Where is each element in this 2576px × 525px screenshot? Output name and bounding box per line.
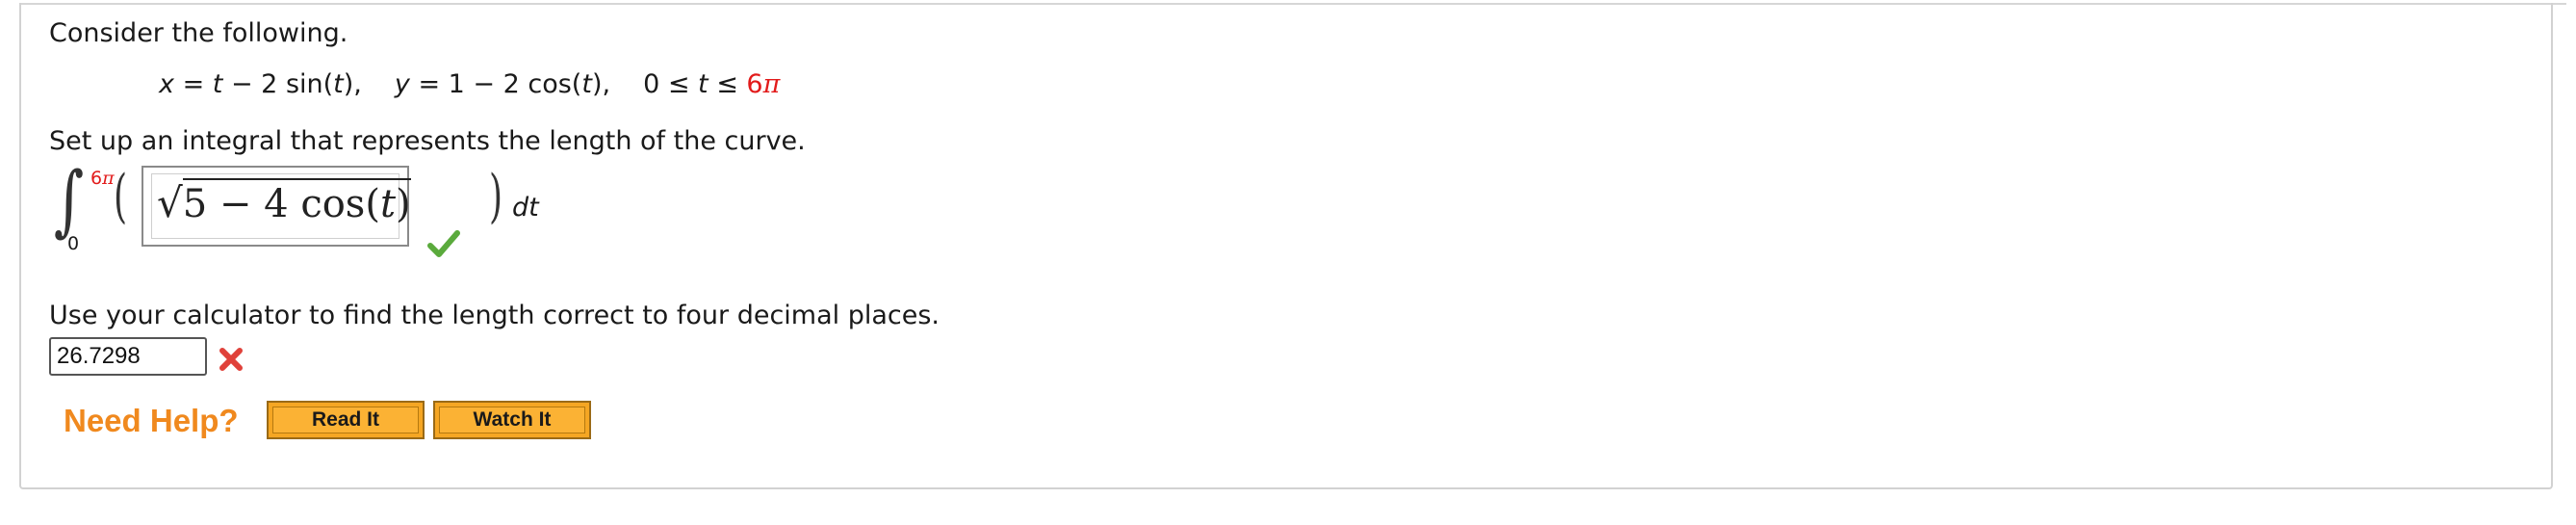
- check-icon: [427, 230, 460, 257]
- integrand-answer-box[interactable]: √5 − 4 cos(t): [142, 166, 411, 247]
- range-upper-bound: 6π: [746, 69, 781, 99]
- integrand-expression: √5 − 4 cos(t): [157, 178, 411, 226]
- watch-it-label: Watch It: [439, 407, 585, 433]
- read-it-label: Read It: [272, 407, 419, 433]
- length-answer-input[interactable]: [49, 337, 207, 376]
- integral-lower-limit: 0: [67, 233, 80, 254]
- calculator-instruction: Use your calculator to find the length c…: [49, 301, 940, 330]
- integral-sign: ∫: [54, 155, 85, 245]
- x-icon: [219, 348, 243, 371]
- left-paren: (: [114, 163, 128, 230]
- watch-it-button[interactable]: Watch It: [433, 401, 591, 439]
- setup-instruction: Set up an integral that represents the l…: [49, 126, 806, 156]
- parametric-equations: x = t − 2 sin(t), y = 1 − 2 cos(t), 0 ≤ t …: [159, 69, 781, 99]
- radicand: 5 − 4 cos(t): [182, 178, 411, 226]
- need-help-title: Need Help?: [64, 403, 239, 438]
- right-paren: ): [489, 163, 503, 230]
- differential: dt: [512, 193, 539, 223]
- read-it-button[interactable]: Read It: [267, 401, 425, 439]
- question-prompt: Consider the following.: [49, 18, 348, 48]
- integral-upper-limit: 6π: [90, 168, 115, 189]
